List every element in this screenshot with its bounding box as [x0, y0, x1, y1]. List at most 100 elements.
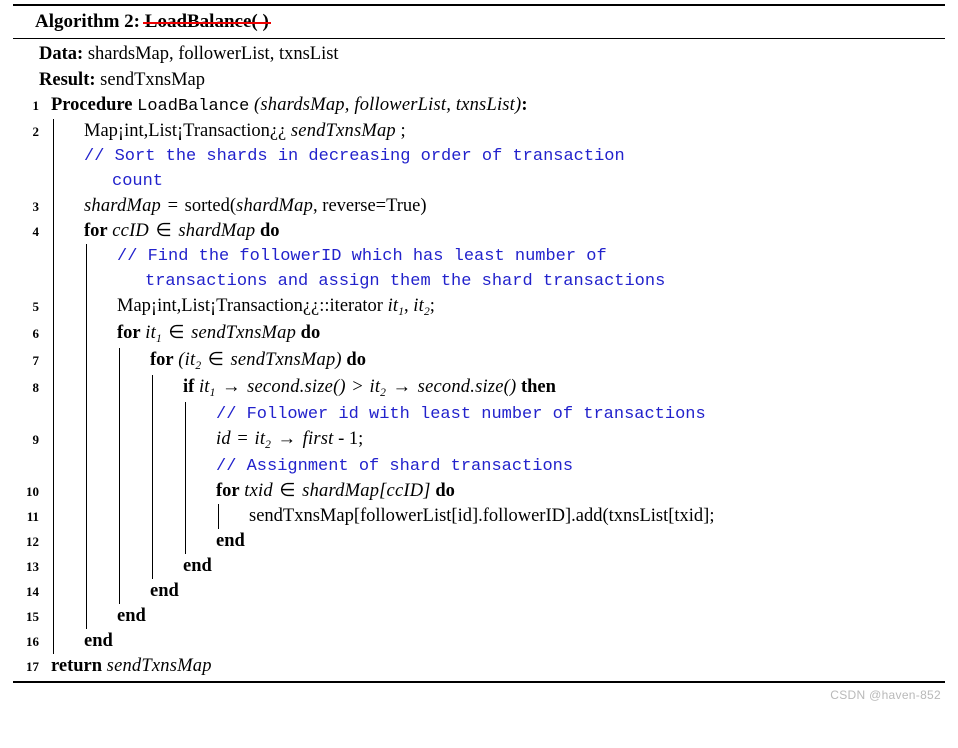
indent-guide [53, 320, 78, 348]
sort-options: , reverse=True) [313, 195, 427, 216]
indent-guide [119, 553, 144, 579]
data-value: shardsMap, followerList, txnsList [87, 43, 339, 64]
indent-guide [152, 528, 177, 554]
code-line-7: 7 for (it2 ∈ sendTxnsMap) do [13, 347, 945, 375]
indent-guide [185, 503, 210, 529]
loop-collection: sendTxnsMap) [230, 349, 342, 370]
condition-right-subscript: 2 [380, 386, 386, 399]
code-text: // Sort the shards in decreasing order o… [78, 144, 945, 194]
line-number: 2 [32, 123, 40, 139]
indent-guide [86, 603, 111, 629]
indent-guide [119, 578, 144, 604]
keyword-for: for [84, 220, 108, 241]
declared-type: Map¡int,List¡Transaction¿¿ [84, 120, 287, 141]
code-text: end [177, 554, 945, 579]
algorithm-caption: Algorithm 2: LoadBalance( ) [13, 6, 945, 38]
comment-line-1: // Sort the shards in decreasing order o… [13, 143, 945, 194]
sort-argument: shardMap [236, 195, 314, 216]
loop-variable-subscript: 1 [155, 332, 162, 345]
code-line-1: 1 Procedure LoadBalance (shardsMap, foll… [13, 93, 945, 119]
indent-guide [152, 426, 177, 454]
indent-guide [86, 243, 111, 294]
code-line-8: 8 if it1 → second.size() > it2 → second.… [13, 374, 945, 402]
indent-guide [152, 503, 177, 529]
keyword-end: end [150, 580, 179, 601]
code-line-10: 10 for txid ∈ shardMap[ccID] do [13, 478, 945, 504]
indent-guide [53, 243, 78, 294]
code-text: // Follower id with least number of tran… [210, 402, 945, 427]
code-text: id = it2 → first - 1; [210, 427, 945, 454]
condition-left-iterator: it [198, 376, 210, 397]
line-number: 1 [32, 97, 40, 113]
keyword-if: if [183, 376, 195, 397]
assign-target: shardMap [84, 195, 161, 216]
line-number: 4 [32, 223, 40, 239]
procedure-name: LoadBalance [137, 96, 250, 116]
iterator-separator: , [404, 295, 409, 316]
arrow-operator: → [392, 376, 412, 397]
indent-guide [86, 320, 111, 348]
algorithm-block: Algorithm 2: LoadBalance( ) Data: shards… [13, 0, 945, 702]
indent-guide [53, 628, 78, 654]
loop-variable: ccID [112, 220, 149, 241]
condition-right-call: second.size() [417, 376, 517, 397]
line-number: 3 [32, 198, 40, 214]
code-text: // Find the followerID which has least n… [111, 244, 945, 294]
code-text: for ccID ∈ shardMap do [78, 219, 945, 244]
indent-guide [152, 374, 177, 402]
code-line-2: 2 Map¡int,List¡Transaction¿¿ sendTxnsMap… [13, 118, 945, 144]
algorithm-caption-label: Algorithm 2: [35, 11, 141, 32]
loop-collection: shardMap [178, 220, 256, 241]
loop-variable: txid [244, 480, 273, 501]
indent-guide [119, 374, 144, 402]
declared-variable: sendTxnsMap [290, 120, 396, 141]
indent-guide [86, 453, 111, 479]
assignment-statement: sendTxnsMap[followerList[id].followerID]… [249, 505, 715, 526]
data-label: Data: [39, 43, 84, 64]
line-number: 17 [26, 658, 39, 674]
indent-guide [53, 578, 78, 604]
indent-guide [152, 478, 177, 504]
indent-guide [185, 528, 210, 554]
iterator-two: it [413, 295, 424, 316]
line-number: 7 [32, 352, 40, 368]
iterator-type: Map¡int,List¡Transaction¿¿::iterator [117, 295, 383, 316]
code-line-6: 6 for it1 ∈ sendTxnsMap do [13, 320, 945, 348]
indent-guide [53, 528, 78, 554]
indent-guide [119, 453, 144, 479]
condition-left-call: second.size() [247, 376, 346, 397]
indent-guide [152, 401, 177, 427]
indent-guide [218, 503, 243, 529]
result-row: Result: sendTxnsMap [13, 67, 945, 93]
line-number: 15 [26, 608, 39, 624]
indent-guide [185, 401, 210, 427]
procedure-args: (shardsMap, followerList, txnsList) [253, 94, 522, 115]
code-line-14: 14 end [13, 578, 945, 604]
bottom-rule [13, 680, 945, 683]
line-number: 9 [32, 431, 40, 447]
indent-guide [53, 478, 78, 504]
loop-collection: sendTxnsMap [191, 322, 297, 343]
algorithm-caption-name-struck: LoadBalance( ) [142, 11, 271, 32]
assign-target: id [216, 428, 231, 449]
indent-guide [86, 374, 111, 402]
assign-operator: = [237, 428, 248, 449]
indent-guide [119, 503, 144, 529]
return-value: sendTxnsMap [106, 655, 212, 676]
indent-guide [119, 426, 144, 454]
line-number: 11 [26, 508, 39, 524]
indent-guide [53, 193, 78, 219]
comment-continuation: transactions and assign them the shard t… [145, 271, 666, 291]
comment-text: // Follower id with least number of tran… [216, 404, 706, 424]
indent-guide [53, 401, 78, 427]
condition-left-subscript: 1 [209, 386, 216, 399]
loop-variable: it [145, 322, 156, 343]
code-line-5: 5 Map¡int,List¡Transaction¿¿::iterator i… [13, 293, 945, 321]
code-line-15: 15 end [13, 603, 945, 629]
comment-continuation: count [112, 171, 164, 191]
indent-guide [53, 293, 78, 321]
indent-guide [86, 528, 111, 554]
iterator-one: it [387, 295, 399, 316]
iterator-two-subscript: 2 [423, 305, 430, 318]
keyword-for: for [216, 480, 240, 501]
